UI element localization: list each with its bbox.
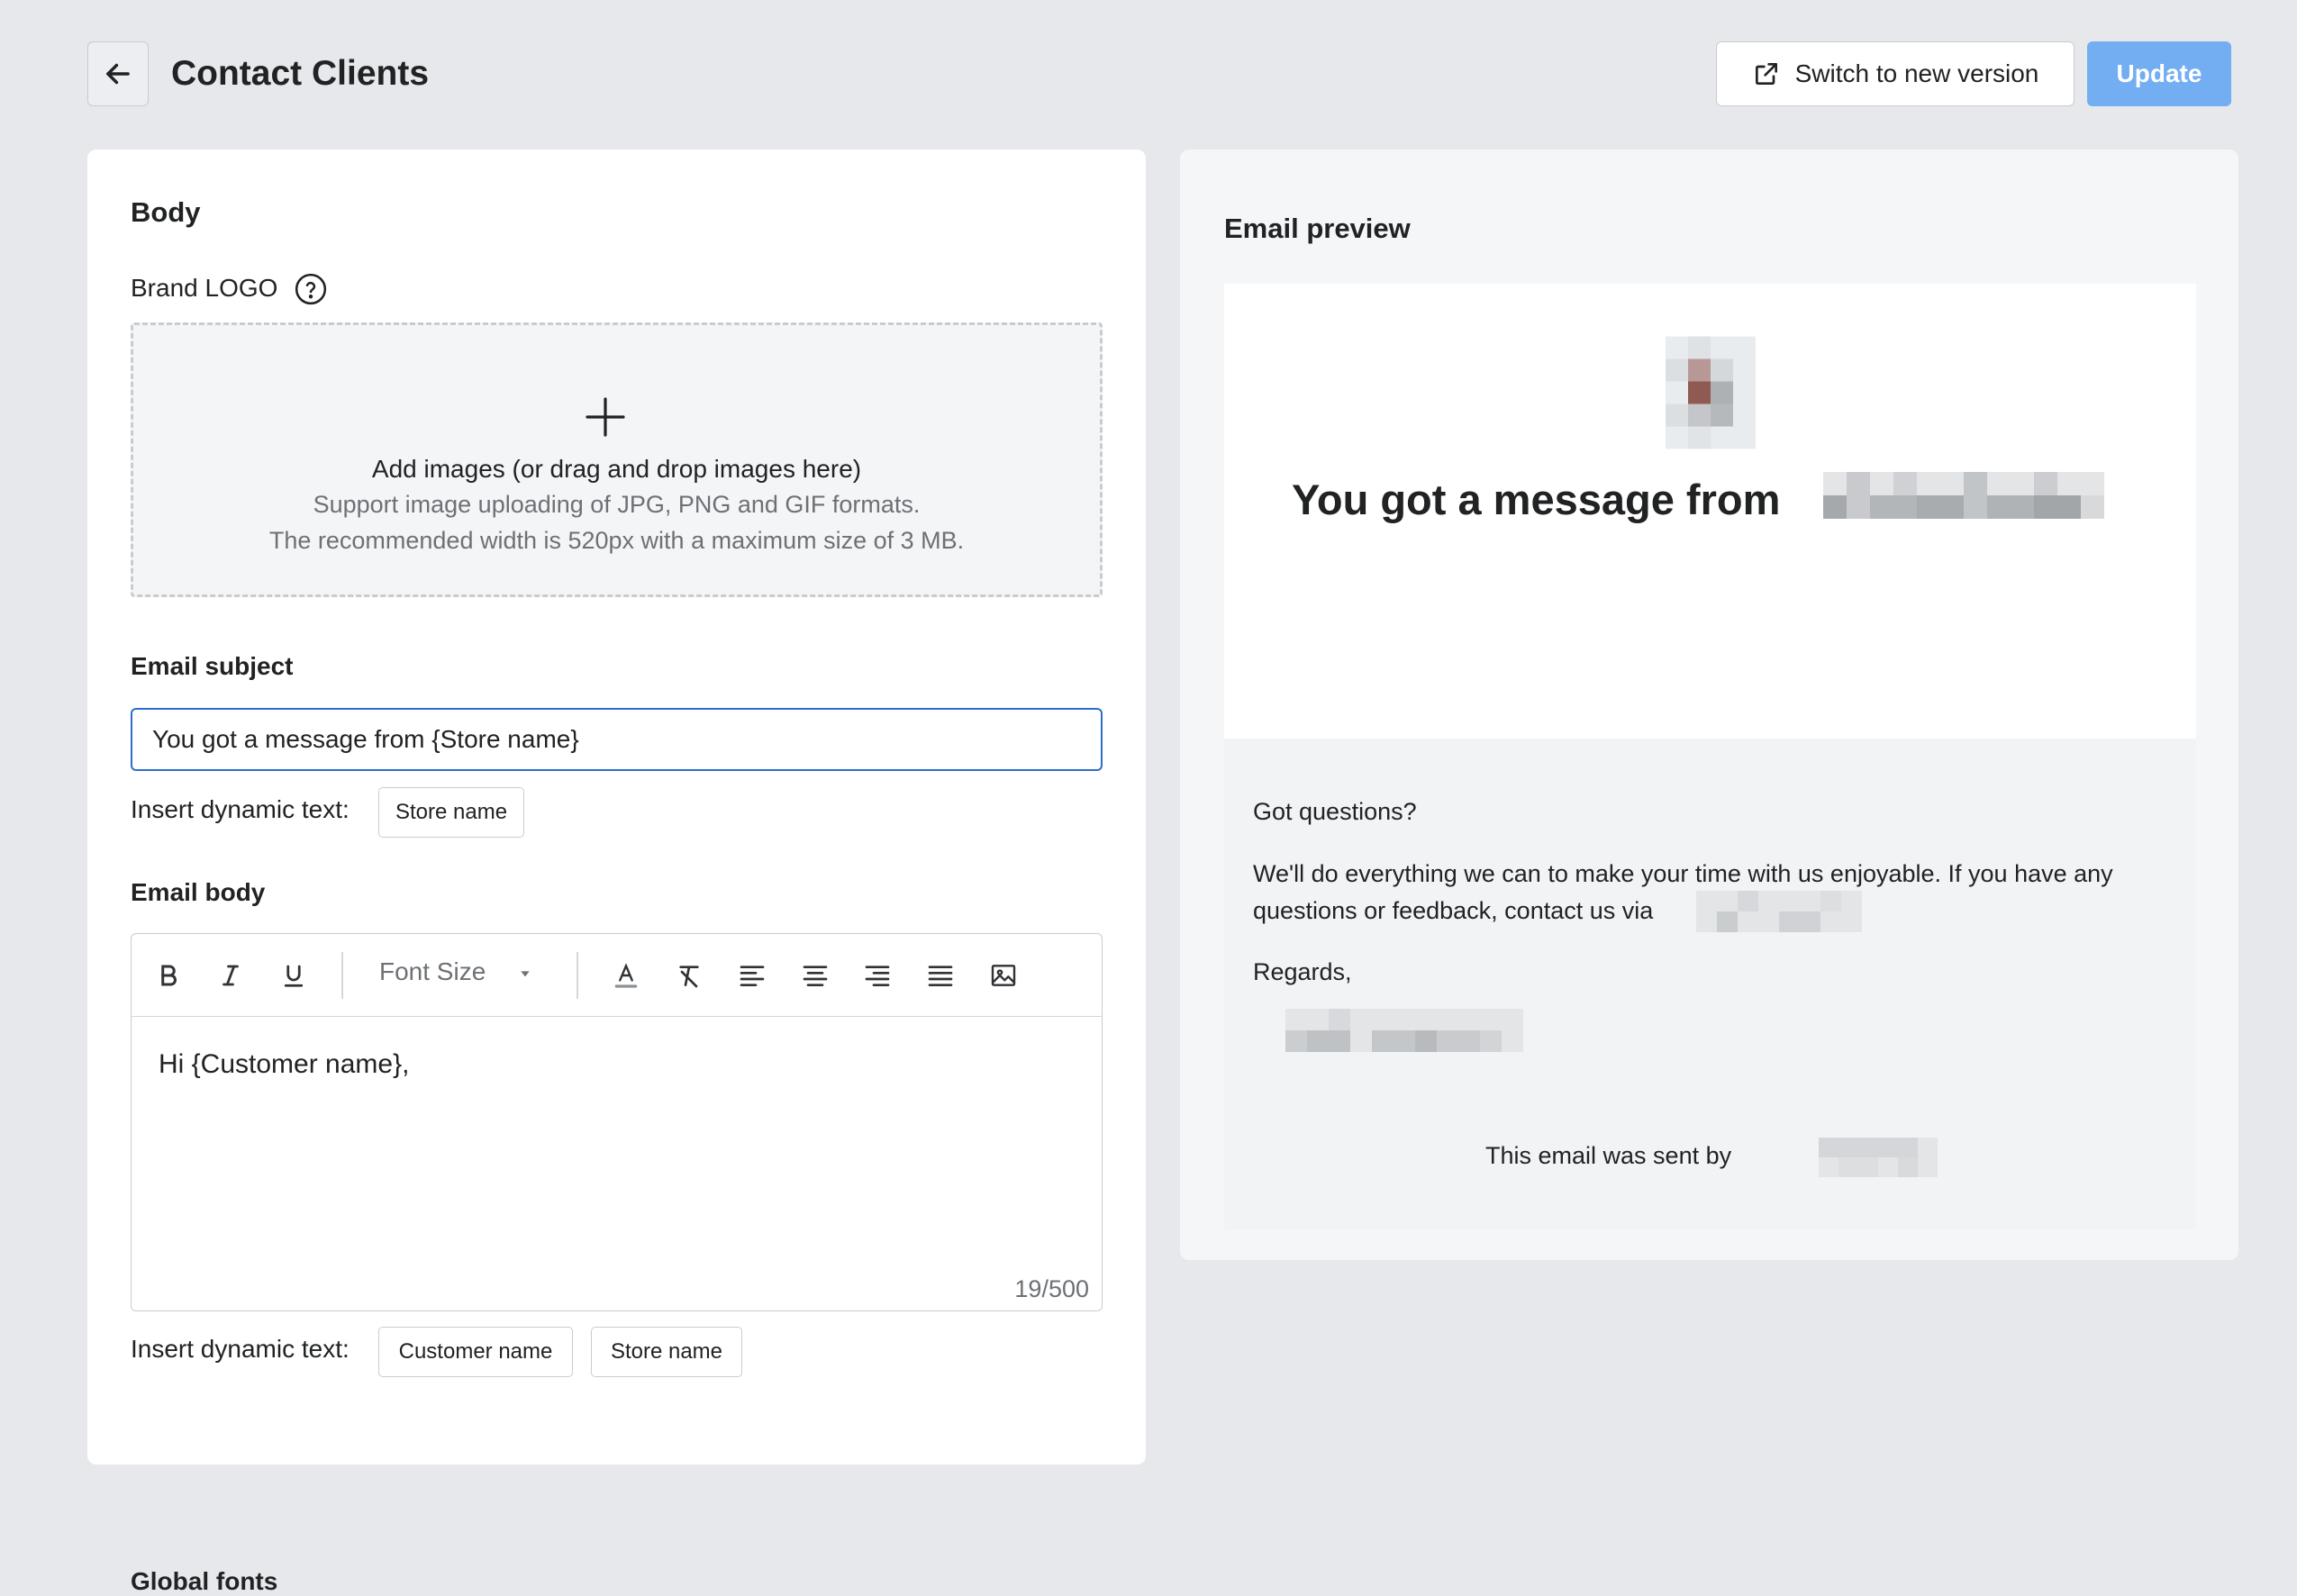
email-subject-input[interactable]: [131, 708, 1103, 771]
logo-upload-dropzone[interactable]: Add images (or drag and drop images here…: [131, 322, 1103, 597]
text-color-button[interactable]: [612, 961, 640, 990]
preview-sent-by: This email was sent by: [1485, 1142, 1732, 1169]
signature-redacted: [1285, 1009, 1523, 1052]
top-bar: Contact Clients Switch to new version Up…: [87, 41, 2231, 108]
preview-footer: Got questions? We'll do everything we ca…: [1224, 739, 2196, 1229]
preview-paragraph-line1: We'll do everything we can to make your …: [1253, 860, 2113, 887]
toolbar-divider: [577, 952, 578, 999]
toolbar-divider: [341, 952, 343, 999]
email-body-label: Email body: [131, 878, 266, 906]
character-counter: 19/500: [1014, 1275, 1089, 1302]
help-icon[interactable]: [294, 272, 328, 306]
text-color-icon: [614, 963, 638, 988]
italic-button[interactable]: [216, 961, 245, 990]
align-right-button[interactable]: [863, 961, 892, 990]
upload-size-hint: The recommended width is 520px with a ma…: [268, 527, 965, 554]
bold-icon: [161, 965, 177, 986]
email-body-text[interactable]: Hi {Customer name},: [159, 1049, 409, 1080]
brand-logo-label: Brand LOGO: [131, 274, 278, 302]
switch-version-button[interactable]: Switch to new version: [1716, 41, 2075, 106]
chip-store-name[interactable]: Store name: [591, 1327, 742, 1377]
contact-redacted: [1696, 891, 1862, 932]
plus-icon: [586, 397, 625, 437]
email-subject-label: Email subject: [131, 652, 294, 680]
align-right-icon: [865, 966, 890, 986]
body-settings-card: Body Brand LOGO Add images (or drag and …: [87, 150, 1146, 1595]
editor-toolbar: Font Size: [132, 934, 1102, 1017]
body-section-title: Body: [131, 196, 201, 228]
bold-button[interactable]: [154, 961, 183, 990]
insert-dynamic-label: Insert dynamic text:: [131, 795, 350, 823]
email-preview-card: Email preview You got a message from Got…: [1180, 150, 2238, 1260]
chip-customer-name[interactable]: Customer name: [378, 1327, 573, 1377]
store-name-redacted: [1823, 472, 2104, 519]
image-icon: [991, 965, 1016, 986]
page-title: Contact Clients: [171, 54, 430, 93]
caret-down-icon: [521, 970, 530, 976]
preview-paragraph-line2: questions or feedback, contact us via: [1253, 897, 1654, 924]
underline-button[interactable]: [279, 961, 308, 990]
preview-message-area: You got a message from Hi: [1224, 284, 2196, 803]
arrow-left-icon: [106, 63, 130, 85]
global-fonts-label: Global fonts: [131, 1567, 278, 1595]
align-center-icon: [803, 966, 828, 986]
justify-button[interactable]: [926, 961, 955, 990]
align-left-icon: [740, 966, 765, 986]
justify-icon: [928, 966, 953, 986]
insert-dynamic-label: Insert dynamic text:: [131, 1335, 350, 1363]
preview-questions: Got questions?: [1253, 798, 1417, 825]
align-center-button[interactable]: [801, 961, 830, 990]
upload-instruction: Add images (or drag and drop images here…: [371, 455, 862, 483]
sender-redacted: [1819, 1138, 1938, 1177]
clear-format-button[interactable]: [675, 961, 704, 990]
insert-image-button[interactable]: [989, 961, 1018, 990]
underline-icon: [284, 965, 304, 987]
email-body-editor: Font Size Hi {Customer name}, 19/500: [131, 933, 1103, 1311]
font-size-label: Font Size: [379, 957, 486, 985]
chip-store-name[interactable]: Store name: [378, 787, 525, 838]
align-left-button[interactable]: [738, 961, 767, 990]
italic-icon: [222, 965, 239, 986]
back-button[interactable]: [87, 41, 149, 106]
preview-title: Email preview: [1224, 213, 1411, 244]
preview-heading: You got a message from: [1292, 476, 1781, 523]
switch-version-label: Switch to new version: [1794, 59, 2039, 87]
external-link-icon: [1755, 63, 1777, 85]
brand-logo-image: [1666, 336, 1756, 449]
preview-regards: Regards,: [1253, 958, 1352, 985]
update-button[interactable]: Update: [2087, 41, 2231, 106]
clear-format-icon: [679, 966, 699, 988]
upload-formats-hint: Support image uploading of JPG, PNG and …: [313, 491, 921, 518]
font-size-select[interactable]: Font Size: [379, 957, 532, 986]
